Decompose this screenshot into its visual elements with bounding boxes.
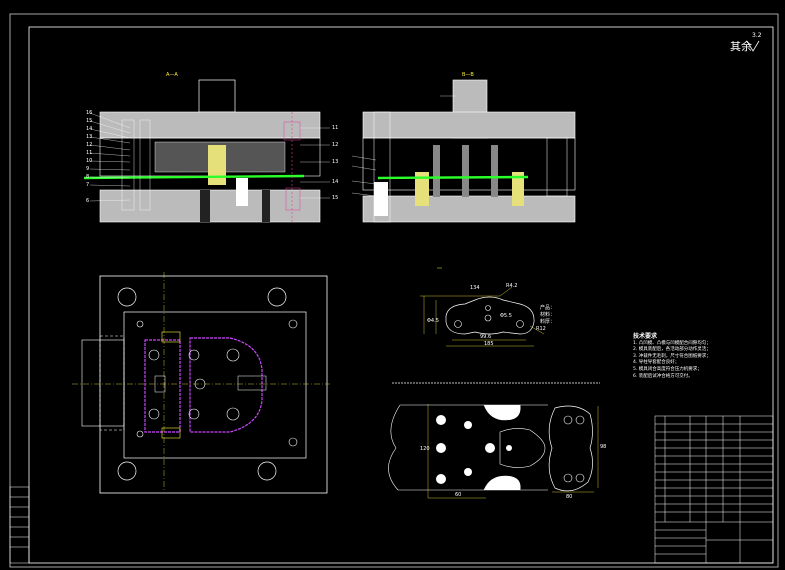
roughness-symbol-icon (746, 40, 760, 52)
dim-part-height: 98 (600, 444, 607, 450)
dim-strip-width: 120 (420, 446, 430, 452)
dim-part-r1: R4.2 (506, 283, 518, 289)
tech-note: 4. 导柱导套配合良好； (633, 360, 680, 366)
callout-left: 12 (86, 142, 93, 148)
callout-left: 7 (86, 182, 90, 188)
view-label-bb: B—B (462, 72, 474, 78)
tech-note: 6. 装配后试冲合格方可交付。 (633, 373, 693, 379)
cad-drawing (9, 13, 779, 568)
callout-right: 12 (332, 142, 339, 148)
plan-view (72, 272, 330, 494)
part-thickness-label: 料厚： (540, 319, 556, 325)
callout-right: 11 (332, 125, 339, 131)
strip-layout (388, 382, 600, 499)
callout-left: 13 (86, 134, 93, 140)
tech-note: 2. 模具装配后，各活动部分动作灵活； (633, 347, 711, 353)
section-view-bb (351, 79, 576, 223)
dim-part-w2: 185 (484, 341, 494, 347)
dim-part-r2: R12 (536, 326, 546, 332)
binding-strip (9, 486, 30, 564)
callout-left: 11 (86, 150, 93, 156)
dim-strip-pitch: 60 (455, 492, 462, 498)
tech-notes-title: 技术要求 (633, 333, 658, 340)
part-name-label: 产品： (540, 305, 556, 311)
dim-part-d1: Φ5.5 (500, 313, 512, 319)
sheet-inner-border (28, 26, 774, 564)
callout-right: 13 (332, 159, 339, 165)
callout-right: 14 (332, 179, 339, 185)
callout-left: 6 (86, 198, 90, 204)
dim-part-w1: 99.6 (480, 334, 492, 340)
callout-left: 10 (86, 158, 93, 164)
dim-part-top: 134 (470, 285, 480, 291)
callout-left: 16 (86, 110, 93, 116)
callout-right: 15 (332, 195, 339, 201)
callout-left: 15 (86, 118, 93, 124)
dim-part-width: 80 (566, 494, 573, 500)
dim-part-d2: Φ4.5 (427, 318, 439, 324)
sheet-outer-border (9, 13, 779, 568)
roughness-value: 3.2 (752, 32, 762, 39)
title-block-table (654, 415, 774, 564)
view-label-aa: A—A (166, 72, 178, 78)
callout-left: 9 (86, 166, 90, 172)
technical-notes: 技术要求 1. 凸凹模、凸模与凹模配合间隙均匀； 2. 模具装配后，各活动部分动… (633, 333, 711, 380)
callout-left: 8 (86, 174, 90, 180)
tech-note: 5. 模具闭合高度符合压力机要求； (633, 366, 702, 372)
callout-left: 14 (86, 126, 93, 132)
section-view-aa (83, 79, 330, 223)
part-material-label: 材料： (540, 312, 556, 318)
